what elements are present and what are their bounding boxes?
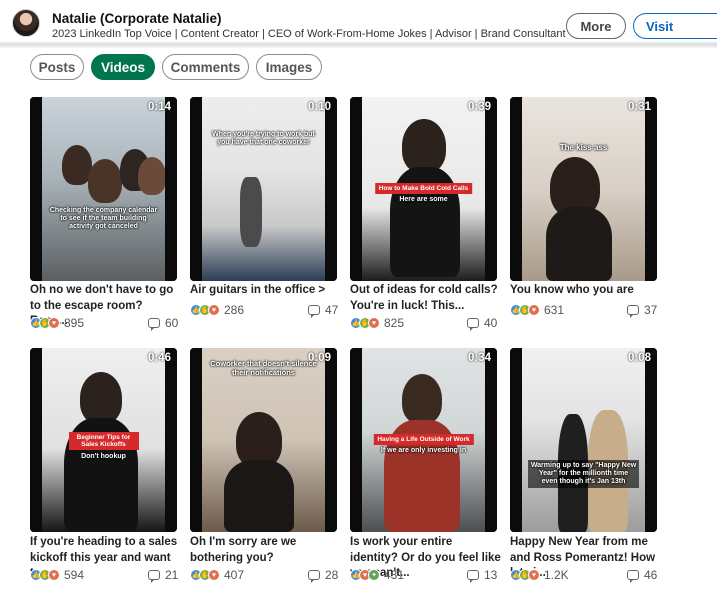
video-thumbnail[interactable]: 0:08 Warming up to say "Happy New Year" … bbox=[510, 348, 657, 532]
comment-icon bbox=[627, 570, 639, 583]
video-thumbnail[interactable]: 0:10 When you're trying to work but you … bbox=[190, 97, 337, 281]
comment-count: 47 bbox=[325, 303, 339, 317]
reaction-count: 594 bbox=[64, 568, 85, 582]
comment-icon bbox=[627, 305, 639, 318]
video-thumbnail[interactable]: 0:39 How to Make Bold Cold Calls Here ar… bbox=[350, 97, 497, 281]
comment-count-button[interactable]: 21 bbox=[148, 568, 179, 583]
comment-count-button[interactable]: 28 bbox=[308, 568, 339, 583]
comment-count: 60 bbox=[165, 316, 179, 330]
video-caption: Here are some bbox=[399, 196, 448, 203]
video-duration: 0:08 bbox=[627, 352, 651, 364]
comment-icon bbox=[467, 570, 479, 583]
love-icon: ♥ bbox=[48, 317, 60, 329]
comment-count-button[interactable]: 37 bbox=[627, 303, 658, 318]
video-title[interactable]: Out of ideas for cold calls? You're in l… bbox=[350, 283, 502, 314]
comment-count-button[interactable]: 47 bbox=[308, 303, 339, 318]
video-caption: If we are only investing in bbox=[380, 447, 467, 454]
reaction-summary[interactable]: 👍 ✋ ♥ 407 bbox=[190, 568, 244, 582]
reaction-count: 631 bbox=[544, 303, 565, 317]
profile-headline: 2023 LinkedIn Top Voice | Content Creato… bbox=[52, 28, 566, 40]
reaction-count: 407 bbox=[224, 568, 245, 582]
reaction-summary[interactable]: 👍 ✋ ♥ 594 bbox=[30, 568, 84, 582]
reaction-count: 286 bbox=[224, 303, 245, 317]
reaction-summary[interactable]: 👍 ✋ ♥ 895 bbox=[30, 316, 84, 330]
video-caption: The kiss ass bbox=[559, 143, 608, 152]
video-duration: 0:14 bbox=[147, 101, 171, 113]
filter-comments[interactable]: Comments bbox=[162, 54, 249, 80]
reaction-summary[interactable]: 👍 ♥ ✦ 431 bbox=[350, 568, 404, 582]
comment-count-button[interactable]: 13 bbox=[467, 568, 498, 583]
video-duration: 0:34 bbox=[467, 352, 491, 364]
comment-count: 37 bbox=[644, 303, 658, 317]
video-thumbnail[interactable]: 0:14 Checking the company calendar to se… bbox=[30, 97, 177, 281]
reaction-summary[interactable]: 👍 ✋ ♥ 825 bbox=[350, 316, 404, 330]
reaction-count: 431 bbox=[384, 568, 405, 582]
reaction-summary[interactable]: 👍 ✋ ♥ 286 bbox=[190, 303, 244, 317]
more-button[interactable]: More bbox=[566, 13, 626, 39]
filter-posts[interactable]: Posts bbox=[30, 54, 84, 80]
video-thumbnail[interactable]: 0:34 Having a Life Outside of Work If we… bbox=[350, 348, 497, 532]
visit-button[interactable]: Visit bbox=[633, 13, 717, 39]
comment-count: 21 bbox=[165, 568, 179, 582]
profile-name[interactable]: Natalie (Corporate Natalie) bbox=[52, 11, 222, 26]
comment-icon bbox=[308, 305, 320, 318]
video-duration: 0:10 bbox=[307, 101, 331, 113]
video-caption: Coworker that doesn't silence their noti… bbox=[210, 359, 317, 377]
video-caption: When you're trying to work but you have … bbox=[212, 131, 315, 147]
header-divider bbox=[0, 44, 717, 48]
video-title[interactable]: Oh I'm sorry are we bothering you? bbox=[190, 535, 342, 566]
love-icon: ♥ bbox=[208, 569, 220, 581]
video-caption: Warming up to say "Happy New Year" for t… bbox=[528, 460, 639, 489]
celebrate-icon: ✦ bbox=[368, 569, 380, 581]
video-title[interactable]: You know who you are bbox=[510, 283, 662, 299]
comment-count-button[interactable]: 46 bbox=[627, 568, 658, 583]
video-title[interactable]: Air guitars in the office > bbox=[190, 283, 342, 299]
comment-count: 40 bbox=[484, 316, 498, 330]
love-icon: ♥ bbox=[528, 569, 540, 581]
video-duration: 0:39 bbox=[467, 101, 491, 113]
love-icon: ♥ bbox=[368, 317, 380, 329]
avatar[interactable] bbox=[12, 9, 40, 37]
comment-icon bbox=[467, 318, 479, 331]
reaction-count: 1.2K bbox=[544, 568, 569, 582]
comment-count: 28 bbox=[325, 568, 339, 582]
love-icon: ♥ bbox=[528, 304, 540, 316]
reaction-summary[interactable]: 👍 ✋ ♥ 631 bbox=[510, 303, 564, 317]
profile-header: Natalie (Corporate Natalie) 2023 LinkedI… bbox=[0, 0, 717, 44]
comment-icon bbox=[148, 570, 160, 583]
video-caption: Don't hookup bbox=[81, 453, 126, 460]
video-label: How to Make Bold Cold Calls bbox=[374, 183, 473, 195]
video-label: Having a Life Outside of Work bbox=[373, 434, 474, 446]
love-icon: ♥ bbox=[208, 304, 220, 316]
comment-count: 13 bbox=[484, 568, 498, 582]
filter-images[interactable]: Images bbox=[256, 54, 322, 80]
video-label: Beginner Tips for Sales Kickoffs bbox=[68, 432, 139, 451]
comment-icon bbox=[308, 570, 320, 583]
video-duration: 0:31 bbox=[627, 101, 651, 113]
love-icon: ♥ bbox=[48, 569, 60, 581]
video-duration: 0:46 bbox=[147, 352, 171, 364]
reaction-count: 825 bbox=[384, 316, 405, 330]
comment-count-button[interactable]: 40 bbox=[467, 316, 498, 331]
comment-count: 46 bbox=[644, 568, 658, 582]
comment-count-button[interactable]: 60 bbox=[148, 316, 179, 331]
comment-icon bbox=[148, 318, 160, 331]
video-thumbnail[interactable]: 0:46 Beginner Tips for Sales Kickoffs Do… bbox=[30, 348, 177, 532]
video-thumbnail[interactable]: 0:31 The kiss ass bbox=[510, 97, 657, 281]
filter-videos[interactable]: Videos bbox=[91, 54, 155, 80]
reaction-count: 895 bbox=[64, 316, 85, 330]
video-thumbnail[interactable]: 0:09 Coworker that doesn't silence their… bbox=[190, 348, 337, 532]
video-caption: Checking the company calendar to see if … bbox=[49, 207, 158, 231]
reaction-summary[interactable]: 👍 ✋ ♥ 1.2K bbox=[510, 568, 569, 582]
